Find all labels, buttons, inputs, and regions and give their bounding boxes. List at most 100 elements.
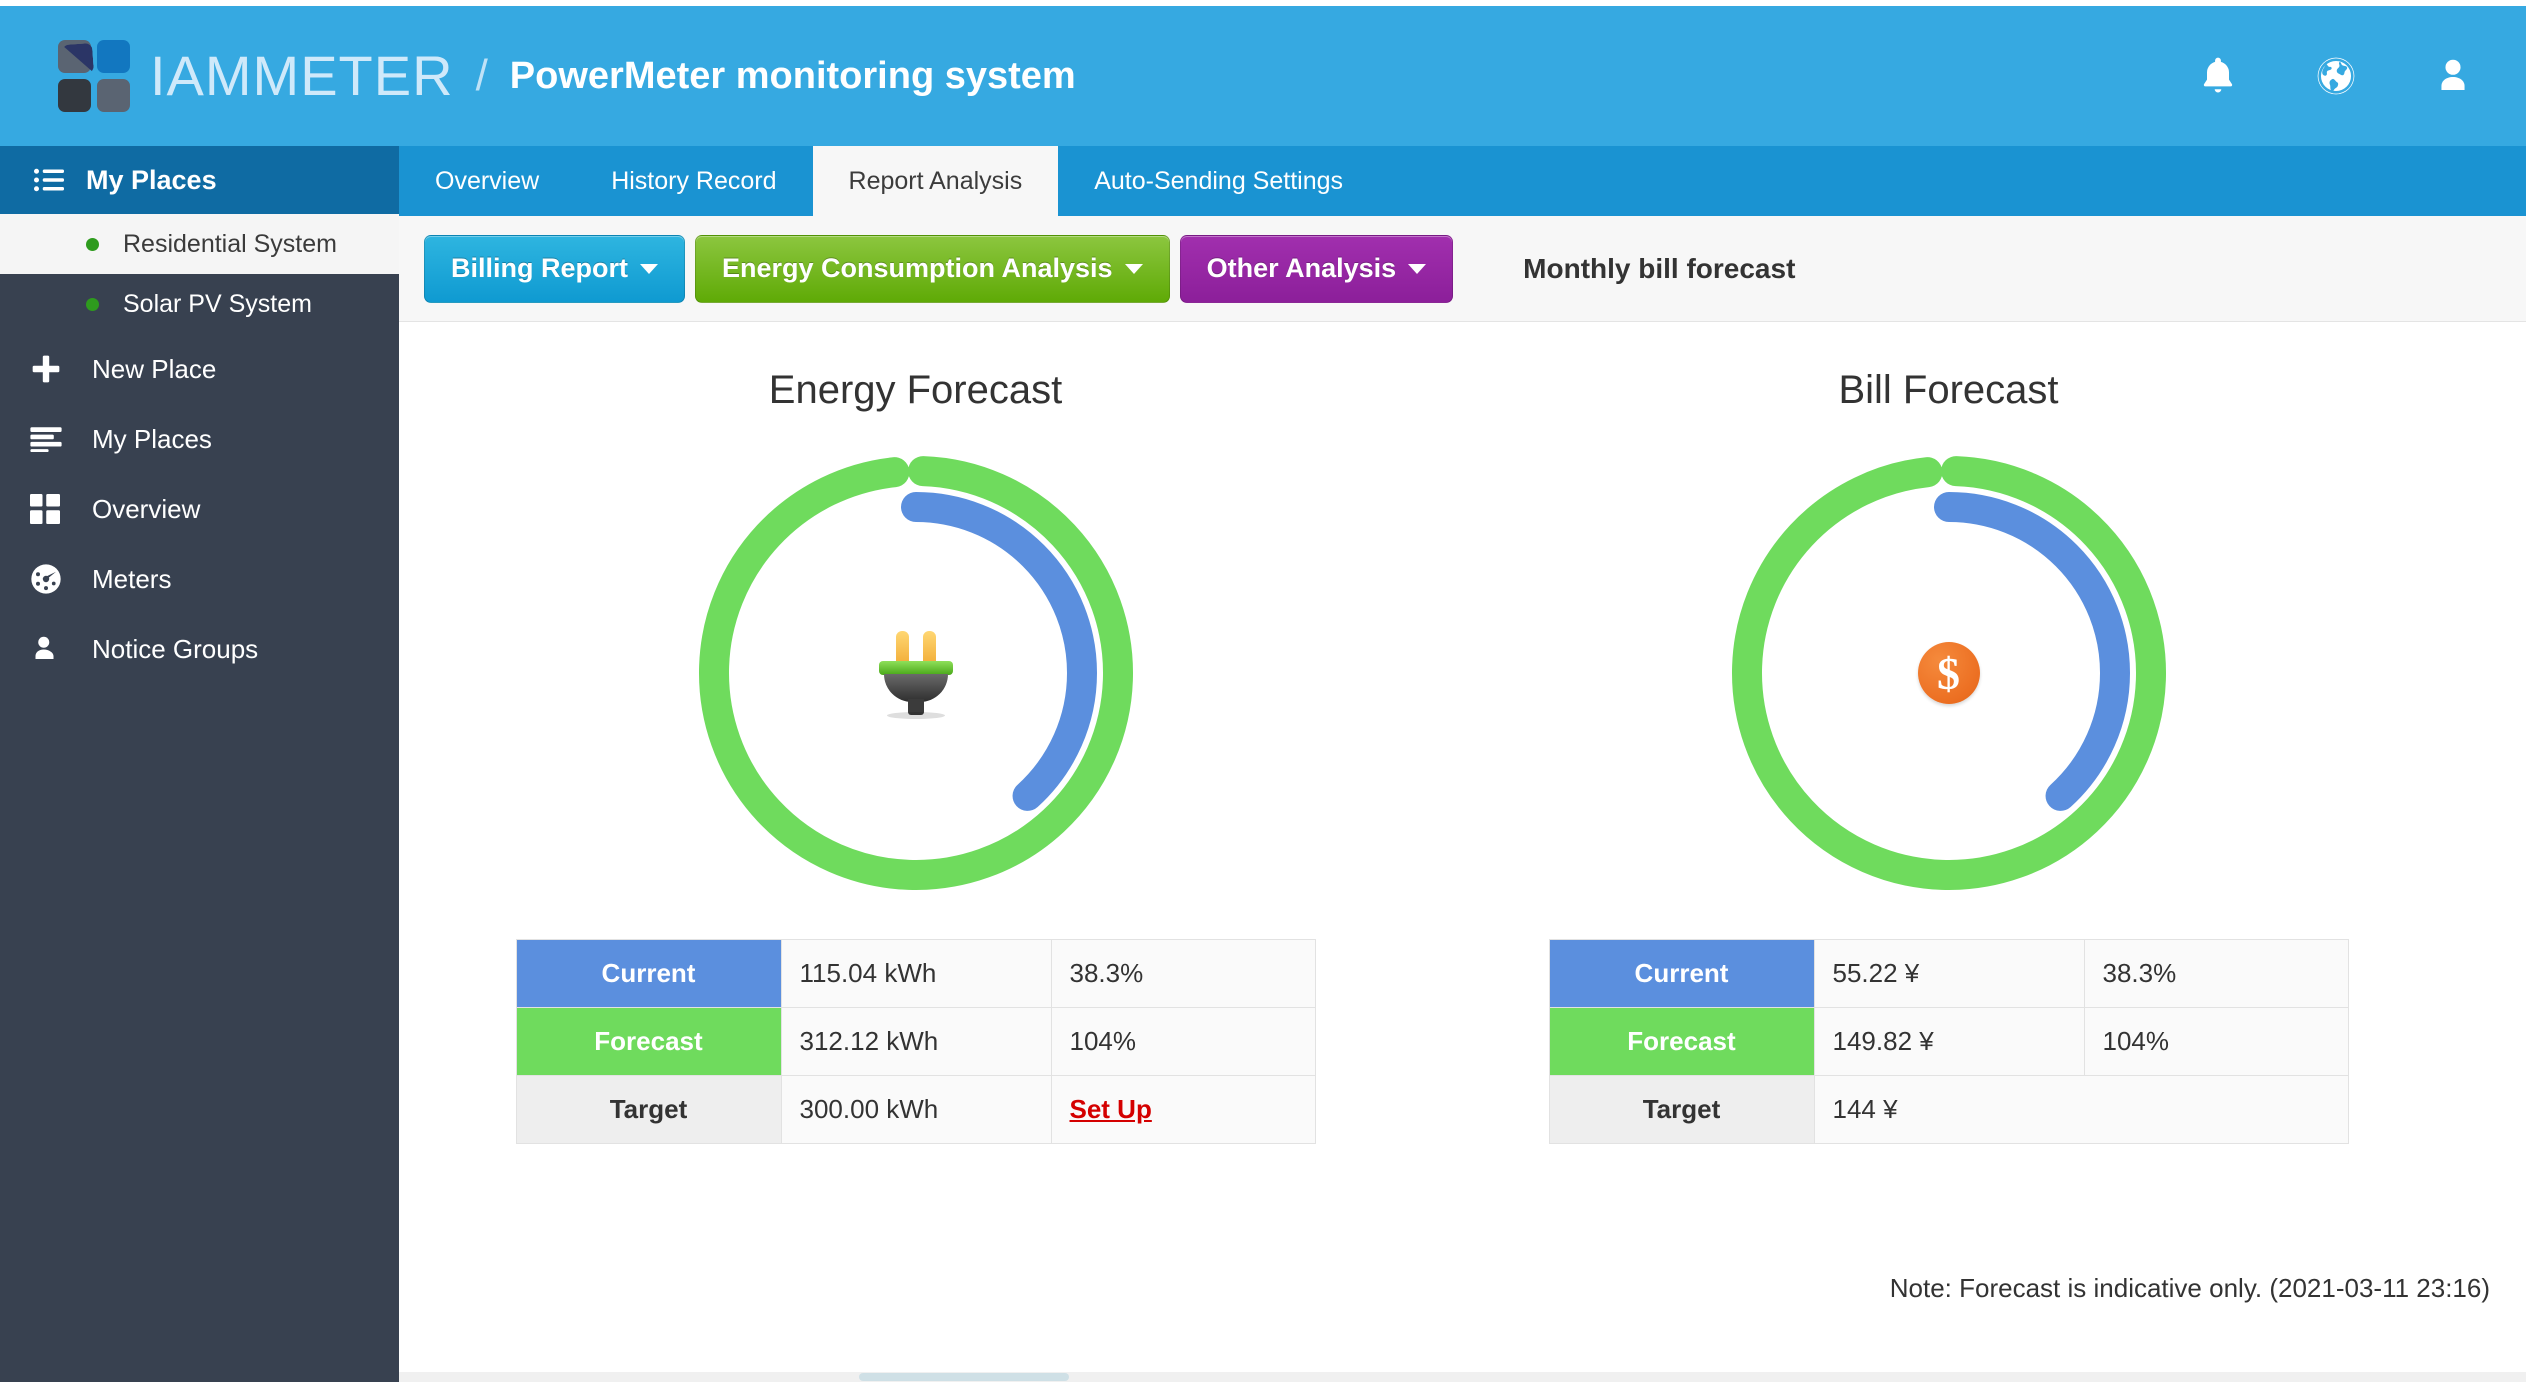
other-analysis-dropdown-button[interactable]: Other Analysis xyxy=(1179,234,1454,303)
bill-forecast-title: Bill Forecast xyxy=(1838,368,2059,412)
row-label-forecast: Forecast xyxy=(515,1007,782,1076)
row-label-target: Target xyxy=(515,1075,782,1144)
grid-icon xyxy=(30,494,78,524)
forecast-note: Note: Forecast is indicative only. (2021… xyxy=(1889,1273,2490,1303)
brand-separator: / xyxy=(475,51,488,100)
sidebar-header-label: My Places xyxy=(86,164,217,195)
sidebar-item-label: My Places xyxy=(92,423,212,454)
bill-forecast-panel: Bill Forecast $ Current 55.22 ¥ 38.3% Fo… xyxy=(1432,322,2465,1144)
plug-icon xyxy=(878,631,953,719)
row-value-current: 55.22 ¥ xyxy=(1813,939,2085,1008)
app-subtitle: PowerMeter monitoring system xyxy=(509,55,1076,97)
energy-gauge-center xyxy=(856,613,976,733)
row-value-target: 300.00 kWh xyxy=(780,1075,1052,1144)
row-label-forecast: Forecast xyxy=(1548,1007,1815,1076)
row-action-target: Set Up xyxy=(1050,1075,1316,1144)
set-up-link[interactable]: Set Up xyxy=(1070,1094,1152,1124)
row-label-current: Current xyxy=(515,939,782,1008)
sidebar-place-solar-pv-system[interactable]: Solar PV System xyxy=(0,274,399,334)
tab-bar: Overview History Record Report Analysis … xyxy=(399,146,2526,216)
table-row: Current 115.04 kWh 38.3% xyxy=(515,939,1316,1008)
table-row: Forecast 149.82 ¥ 104% xyxy=(1548,1007,2349,1076)
bell-icon[interactable] xyxy=(2196,53,2240,99)
button-label: Billing Report xyxy=(451,253,628,283)
list-icon xyxy=(30,426,78,452)
user-icon[interactable] xyxy=(2432,53,2474,99)
sidebar-item-label: Meters xyxy=(92,563,172,594)
header-icon-group xyxy=(2196,6,2474,146)
energy-gauge-wrap xyxy=(399,413,1432,933)
gauge-icon xyxy=(30,563,78,595)
sidebar-item-label: New Place xyxy=(92,353,217,384)
bill-forecast-gauge: $ xyxy=(1709,433,2189,913)
billing-report-dropdown-button[interactable]: Billing Report xyxy=(424,234,685,303)
main-content: Overview History Record Report Analysis … xyxy=(399,146,2526,1382)
sidebar-place-label: Residential System xyxy=(123,229,337,258)
status-dot-icon xyxy=(86,297,99,311)
list-icon xyxy=(34,167,64,193)
sidebar: My Places Residential System Solar PV Sy… xyxy=(0,146,399,1382)
energy-forecast-title: Energy Forecast xyxy=(768,368,1063,412)
tab-label: Report Analysis xyxy=(848,166,1023,195)
table-row: Current 55.22 ¥ 38.3% xyxy=(1548,939,2349,1008)
row-label-current: Current xyxy=(1548,939,1815,1008)
button-label: Other Analysis xyxy=(1206,253,1397,283)
dollar-coin-icon: $ xyxy=(1917,642,1980,704)
row-value-forecast: 312.12 kWh xyxy=(780,1007,1052,1076)
row-percent-forecast: 104% xyxy=(2083,1007,2349,1076)
app-window: IAMMETER / PowerMeter monitoring system xyxy=(0,0,2526,1382)
energy-forecast-panel: Energy Forecast Current 115.04 kWh 38.3%… xyxy=(399,322,1432,1144)
user-icon xyxy=(30,633,78,665)
table-row: Target 144 ¥ xyxy=(1548,1075,2349,1144)
sidebar-item-notice-groups[interactable]: Notice Groups xyxy=(0,614,399,684)
forecast-content: Energy Forecast Current 115.04 kWh 38.3%… xyxy=(399,322,2526,1382)
tab-label: Overview xyxy=(435,166,540,195)
sidebar-item-new-place[interactable]: New Place xyxy=(0,334,399,404)
sidebar-item-label: Overview xyxy=(92,493,201,524)
tab-history-record[interactable]: History Record xyxy=(575,146,812,216)
table-row: Forecast 312.12 kWh 104% xyxy=(515,1007,1316,1076)
sidebar-header[interactable]: My Places xyxy=(0,146,399,214)
chevron-down-icon xyxy=(1124,263,1143,274)
row-value-target: 144 ¥ xyxy=(1813,1075,2349,1144)
button-label: Energy Consumption Analysis xyxy=(722,253,1113,283)
sidebar-place-label: Solar PV System xyxy=(123,289,312,318)
status-dot-icon xyxy=(86,237,99,251)
energy-forecast-gauge xyxy=(676,433,1156,913)
chevron-down-icon xyxy=(640,263,658,274)
energy-table-wrap: Current 115.04 kWh 38.3% Forecast 312.12… xyxy=(399,939,1432,1144)
tab-overview[interactable]: Overview xyxy=(399,146,575,216)
row-percent-current: 38.3% xyxy=(2083,939,2349,1008)
sidebar-item-label: Notice Groups xyxy=(92,633,259,664)
tab-label: History Record xyxy=(611,166,777,195)
energy-consumption-analysis-dropdown-button[interactable]: Energy Consumption Analysis xyxy=(695,234,1170,303)
row-percent-current: 38.3% xyxy=(1050,939,1316,1008)
row-value-forecast: 149.82 ¥ xyxy=(1813,1007,2085,1076)
energy-forecast-table: Current 115.04 kWh 38.3% Forecast 312.12… xyxy=(515,939,1316,1144)
row-value-current: 115.04 kWh xyxy=(780,939,1052,1008)
row-label-target: Target xyxy=(1548,1075,1815,1144)
section-title: Monthly bill forecast xyxy=(1523,252,1796,284)
horizontal-scrollbar[interactable] xyxy=(399,1372,2526,1382)
bill-gauge-wrap: $ xyxy=(1432,413,2465,933)
sidebar-item-overview[interactable]: Overview xyxy=(0,474,399,544)
chevron-down-icon xyxy=(1408,263,1427,274)
scrollbar-thumb[interactable] xyxy=(859,1373,1069,1381)
tab-label: Auto-Sending Settings xyxy=(1094,166,1343,195)
plus-icon xyxy=(30,353,78,385)
forecast-panels: Energy Forecast Current 115.04 kWh 38.3%… xyxy=(399,322,2526,1144)
app-header: IAMMETER / PowerMeter monitoring system xyxy=(0,6,2526,146)
table-row: Target 300.00 kWh Set Up xyxy=(515,1075,1316,1144)
bill-forecast-table: Current 55.22 ¥ 38.3% Forecast 149.82 ¥ … xyxy=(1548,939,2349,1144)
iammeter-logo-icon xyxy=(58,40,130,112)
sidebar-item-my-places[interactable]: My Places xyxy=(0,404,399,474)
tab-report-analysis[interactable]: Report Analysis xyxy=(812,146,1059,216)
brand[interactable]: IAMMETER / PowerMeter monitoring system xyxy=(58,40,1076,112)
sidebar-place-residential-system[interactable]: Residential System xyxy=(0,214,399,274)
globe-icon[interactable] xyxy=(2314,54,2358,98)
row-percent-forecast: 104% xyxy=(1050,1007,1316,1076)
tab-auto-sending-settings[interactable]: Auto-Sending Settings xyxy=(1058,146,1379,216)
sidebar-item-meters[interactable]: Meters xyxy=(0,544,399,614)
bill-table-wrap: Current 55.22 ¥ 38.3% Forecast 149.82 ¥ … xyxy=(1432,939,2465,1144)
analysis-toolbar: Billing Report Energy Consumption Analys… xyxy=(399,216,2526,322)
